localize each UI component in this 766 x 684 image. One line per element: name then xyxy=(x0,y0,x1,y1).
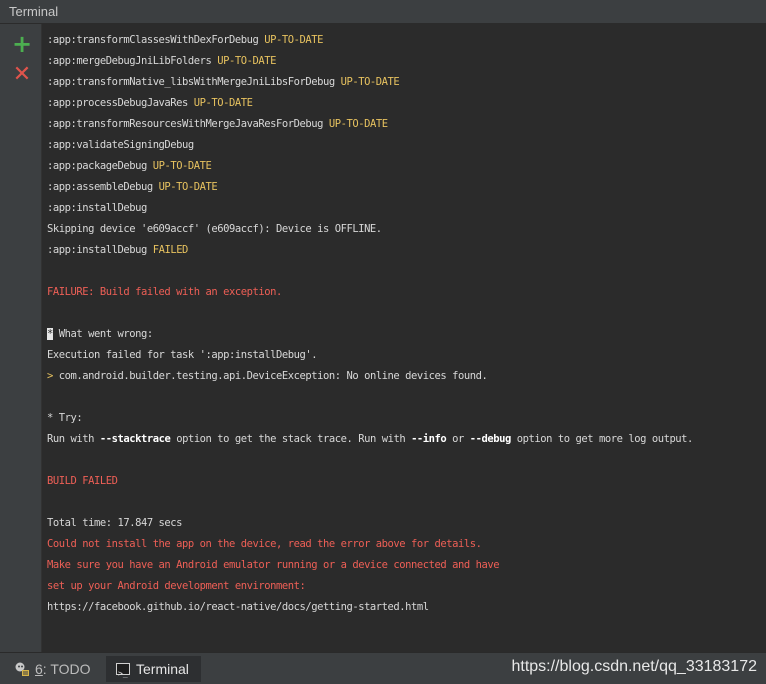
terminal-icon xyxy=(116,661,130,684)
terminal-text: > xyxy=(47,370,59,382)
terminal-line: Could not install the app on the device,… xyxy=(47,534,766,555)
terminal-text: option to get more log output. xyxy=(510,433,694,445)
terminal-text: UP-TO-DATE xyxy=(264,34,323,46)
terminal-text: UP-TO-DATE xyxy=(217,55,276,67)
terminal-line: Skipping device 'e609accf' (e609accf): D… xyxy=(47,219,766,240)
terminal-text: * Try: xyxy=(47,412,83,424)
todo-number: 6 xyxy=(35,661,43,677)
terminal-line: set up your Android development environm… xyxy=(47,576,766,597)
terminal-toolstrip: + ✕ xyxy=(0,24,42,652)
terminal-line: https://facebook.github.io/react-native/… xyxy=(47,597,766,618)
terminal-window: Terminal + ✕ :app:transformClassesWithDe… xyxy=(0,0,766,684)
terminal-line: :app:installDebug FAILED xyxy=(47,240,766,261)
todo-tab[interactable]: 6: TODO xyxy=(14,656,91,682)
terminal-text: UP-TO-DATE xyxy=(340,76,400,88)
terminal-line: > com.android.builder.testing.api.Device… xyxy=(47,366,766,387)
terminal-line: :app:transformNative_libsWithMergeJniLib… xyxy=(47,72,766,93)
terminal-text: :app:processDebugJavaRes xyxy=(47,97,194,109)
terminal-tab[interactable]: Terminal xyxy=(106,656,201,684)
terminal-text: --info xyxy=(411,433,447,445)
window-title: Terminal xyxy=(9,4,59,19)
terminal-text: Execution failed for task ':app:installD… xyxy=(47,349,318,361)
terminal-text: option to get the stack trace. Run with xyxy=(170,433,412,445)
terminal-line: * What went wrong: xyxy=(47,324,766,345)
terminal-line: :app:processDebugJavaRes UP-TO-DATE xyxy=(47,93,766,114)
terminal-text: :app:transformNative_libsWithMergeJniLib… xyxy=(47,76,341,88)
terminal-text: Run with xyxy=(47,433,100,445)
terminal-line: :app:validateSigningDebug xyxy=(47,135,766,156)
terminal-text: Total time: 17.847 secs xyxy=(47,517,183,529)
terminal-output[interactable]: :app:transformClassesWithDexForDebug UP-… xyxy=(42,24,766,652)
close-icon[interactable]: ✕ xyxy=(11,64,33,86)
terminal-line: BUILD FAILED xyxy=(47,471,766,492)
terminal-text: UP-TO-DATE xyxy=(328,118,388,130)
terminal-line: Total time: 17.847 secs xyxy=(47,513,766,534)
terminal-text: --stacktrace xyxy=(99,433,171,445)
terminal-text: :app:packageDebug xyxy=(47,160,153,172)
terminal-text: :app:validateSigningDebug xyxy=(47,139,194,151)
terminal-line: Make sure you have an Android emulator r… xyxy=(47,555,766,576)
todo-label: : TODO xyxy=(42,661,91,677)
terminal-text: BUILD FAILED xyxy=(47,475,118,487)
terminal-line: :app:transformResourcesWithMergeJavaResF… xyxy=(47,114,766,135)
terminal-text: :app:mergeDebugJniLibFolders xyxy=(47,55,218,67)
terminal-line: FAILURE: Build failed with an exception. xyxy=(47,282,766,303)
watermark-url: https://blog.csdn.net/qq_33183172 xyxy=(511,658,757,675)
todo-icon xyxy=(15,662,29,676)
terminal-line: :app:installDebug xyxy=(47,198,766,219)
terminal-text: https://facebook.github.io/react-native/… xyxy=(47,601,429,613)
terminal-text: :app:installDebug xyxy=(47,202,147,214)
terminal-text: or xyxy=(446,433,470,445)
terminal-text: Skipping device 'e609accf' (e609accf): D… xyxy=(47,223,382,235)
terminal-text: :app:assembleDebug xyxy=(47,181,159,193)
terminal-text: FAILURE: Build failed with an exception. xyxy=(47,286,282,298)
terminal-line: :app:transformClassesWithDexForDebug UP-… xyxy=(47,30,766,51)
terminal-text: :app:installDebug xyxy=(47,244,153,256)
terminal-text: :app:transformResourcesWithMergeJavaResF… xyxy=(47,118,329,130)
terminal-text: FAILED xyxy=(152,244,189,256)
terminal-line: Run with --stacktrace option to get the … xyxy=(47,429,766,450)
terminal-tab-label: Terminal xyxy=(136,661,189,677)
terminal-text: UP-TO-DATE xyxy=(152,160,212,172)
terminal-text: What went wrong: xyxy=(52,328,153,340)
terminal-text: Make sure you have an Android emulator r… xyxy=(47,559,500,571)
terminal-text: --debug xyxy=(469,433,512,445)
output-lines: :app:transformClassesWithDexForDebug UP-… xyxy=(47,30,766,618)
terminal-line: :app:assembleDebug UP-TO-DATE xyxy=(47,177,766,198)
terminal-text: :app:transformClassesWithDexForDebug xyxy=(47,34,265,46)
terminal-text: Could not install the app on the device,… xyxy=(47,538,482,550)
terminal-line: Execution failed for task ':app:installD… xyxy=(47,345,766,366)
terminal-line: :app:packageDebug UP-TO-DATE xyxy=(47,156,766,177)
terminal-text: UP-TO-DATE xyxy=(158,181,218,193)
terminal-text: com.android.builder.testing.api.DeviceEx… xyxy=(58,370,488,382)
terminal-line: :app:mergeDebugJniLibFolders UP-TO-DATE xyxy=(47,51,766,72)
status-bar: 6: TODO Terminal https://blog.csdn.net/q… xyxy=(0,652,766,684)
title-bar: Terminal xyxy=(0,0,766,24)
terminal-text: UP-TO-DATE xyxy=(193,97,253,109)
terminal-line: * Try: xyxy=(47,408,766,429)
terminal-text: set up your Android development environm… xyxy=(47,580,306,592)
plus-icon[interactable]: + xyxy=(11,32,33,56)
